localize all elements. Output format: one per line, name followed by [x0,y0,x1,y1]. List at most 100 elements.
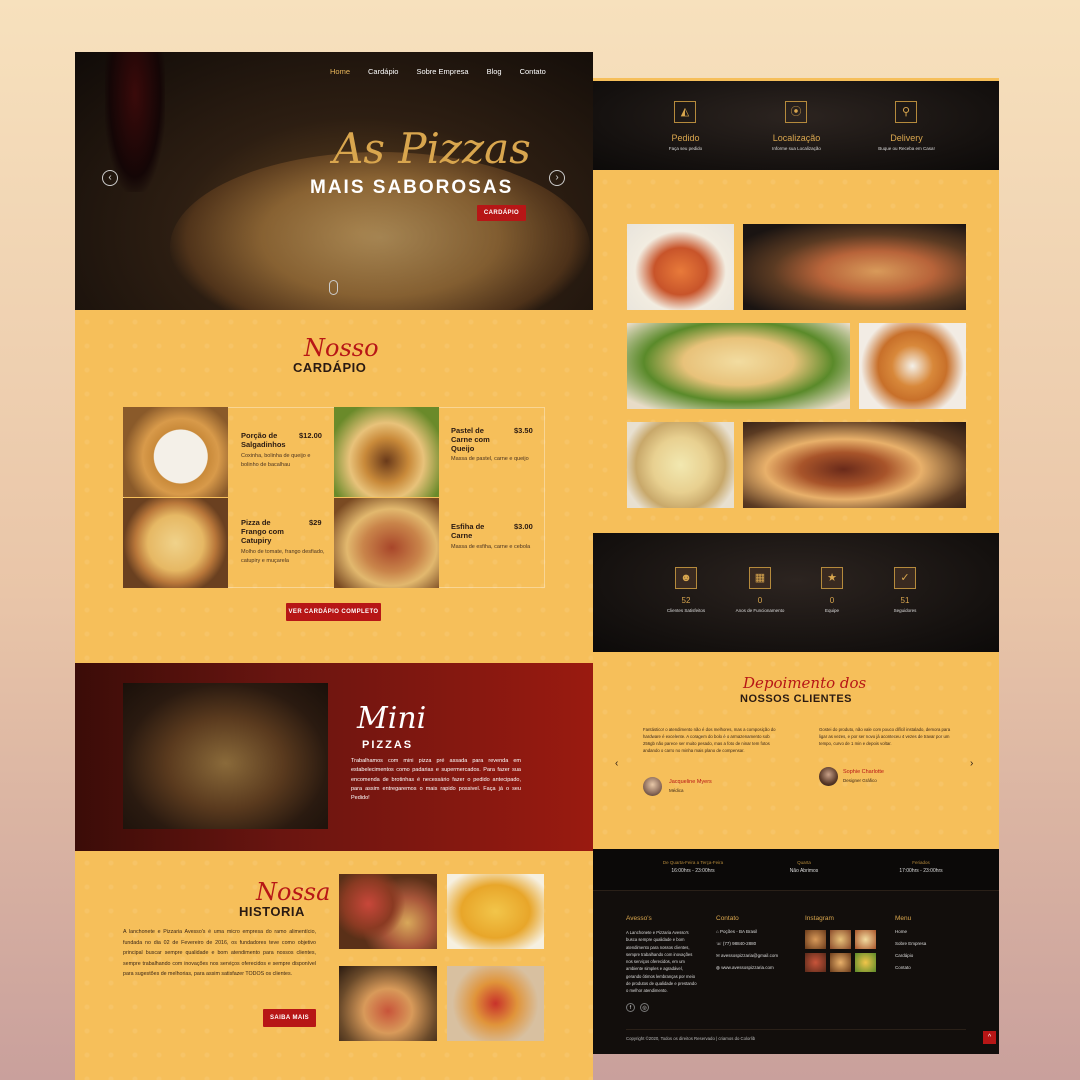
footer-menu-contato[interactable]: Contato [895,965,911,970]
menu-item-pizza-frango[interactable]: Pizza de Frango com Catupiry $29 Molho d… [123,498,333,588]
footer-menu-sobre[interactable]: Sobre Empresa [895,941,926,946]
hero-slider: Home Cardápio Sobre Empresa Blog Contato… [75,52,593,310]
esfiha-name: Esfiha de Carne [451,522,485,540]
nav-sobre-empresa[interactable]: Sobre Empresa [416,67,468,76]
hero-cardapio-button[interactable]: CARDÁPIO [477,205,526,221]
instagram-thumb[interactable] [855,953,876,972]
instagram-thumb[interactable] [855,930,876,949]
pizza-frango-name: Pizza de Frango com Catupiry [241,518,284,545]
slider-indicator[interactable] [329,280,338,295]
instagram-thumb[interactable] [805,930,826,949]
pastel-name: Pastel de Carne com Queijo [451,426,490,453]
hours-quarta-title: Quarta [797,860,811,865]
service-localizacao[interactable]: ⦿ Localização Informe sua Localização [754,101,839,170]
hours-feriados: Feriados 17:00hrs - 23:00hrs [881,860,961,874]
testimonial-card: Fantástico! o atendimento não é dos melh… [643,726,778,796]
contact-location: ⌂ Poções - BA Brasil [716,929,757,934]
avatar [819,767,838,786]
salgadinhos-desc: Coxinha, bolinha de queijo e bolinho de … [241,453,311,468]
testimonial-card: Gostei do produto, não vale com pouco di… [819,726,954,786]
esfiha-price: $3.00 [514,522,533,531]
hours-weekdays-value: 16:00hrs - 23:00hrs [671,868,715,874]
hours-weekdays: De Quarta-Feira a Terça-Feira 16:00hrs -… [653,860,733,874]
stat-equipe: ★ 0 Equipe [802,567,862,613]
contact-phone: ☏ (77) 98840-2880 [716,941,756,947]
hours-weekdays-title: De Quarta-Feira a Terça-Feira [662,860,724,865]
back-to-top-button[interactable]: ^ [983,1031,996,1044]
stat-seguidores: ✓ 51 Seguidores [875,567,935,613]
footer: De Quarta-Feira a Terça-Feira 16:00hrs -… [593,849,999,1054]
pastel-image [334,407,439,497]
users-icon: ☻ [675,567,697,589]
gallery-pizza-board-image[interactable] [743,224,966,310]
gallery-esfihas-image[interactable] [743,422,966,508]
service-pedido[interactable]: ◭ Pedido Faça seu pedido [643,101,728,170]
footer-menu-home[interactable]: Home [895,929,907,934]
pastel-desc: Massa de pastel, carne e queijo [451,456,529,462]
slider-next-button[interactable]: › [549,170,565,186]
cardapio-script-title: Nosso [304,334,379,362]
instagram-icon[interactable]: ◎ [640,1003,649,1012]
instagram-thumb[interactable] [830,953,851,972]
stat-clientes-label: Clientes Satisfeitos [666,608,706,613]
salgadinhos-name: Porção de Salgadinhos [241,431,286,449]
esfiha-desc: Massa de esfiha, carne e cebola [451,544,531,550]
pizza-image [170,152,590,310]
mini-pizzas-section: Mini PIZZAS Trabalhamos com mini pizza p… [75,663,593,851]
pizza-frango-image [123,498,228,588]
nav-home[interactable]: Home [330,67,350,76]
footer-about-text: A Lanchonete e Pizzaria Avesso's busca s… [626,930,697,994]
cardapio-title: CARDÁPIO [293,360,367,375]
avatar [643,777,662,796]
contact-email-text: avessospizzaria@gmail.com [721,953,779,958]
footer-menu-cardapio[interactable]: Cardápio [895,953,913,958]
footer-divider [626,1029,966,1030]
testimonial-name: Sophie Charlotte [843,769,884,775]
menu-item-esfiha[interactable]: Esfiha de Carne $3.00 Massa de esfiha, c… [334,498,544,588]
menu-item-salgadinhos[interactable]: Porção de Salgadinhos $12.00 Coxinha, bo… [123,407,333,497]
menu-item-pastel[interactable]: Pastel de Carne com Queijo $3.50 Massa d… [334,407,544,497]
saiba-mais-button[interactable]: SAIBA MAIS [263,1009,316,1027]
service-delivery-sub: Buque ou Receba em Casa! [878,146,935,151]
service-localizacao-title: Localização [772,133,821,143]
contact-website[interactable]: ◍ www.avessospizzaria.com [716,965,774,971]
hero-headline: MAIS SABOROSAS [310,177,514,198]
services-bar: ◭ Pedido Faça seu pedido ⦿ Localização I… [593,78,999,170]
testimonials-prev-button[interactable]: ‹ [615,758,618,769]
testimonials-script-title: Depoimento dos [743,674,867,692]
stats-section: ☻ 52 Clientes Satisfeitos ▦ 0 Anos de Fu… [593,533,999,652]
service-localizacao-sub: Informe sua Localização [772,146,821,151]
testimonials-section: Depoimento dos NOSSOS CLIENTES ‹ › Fantá… [593,652,999,849]
pizza-slice-icon: ◭ [674,101,696,123]
stat-anos-value: 0 [757,596,763,605]
gallery-coxinhas-image[interactable] [859,323,966,409]
esfiha-image [334,498,439,588]
ver-cardapio-button[interactable]: VER CARDÁPIO COMPLETO [286,603,381,621]
historia-section: Nossa HISTORIA A lanchonete e Pizzaria A… [75,851,593,1080]
slider-prev-button[interactable]: ‹ [102,170,118,186]
thumbs-up-icon: ✓ [894,567,916,589]
hero-script-title: As Pizzas [333,124,531,173]
nav-contato[interactable]: Contato [520,67,546,76]
service-delivery[interactable]: ⚲ Delivery Buque ou Receba em Casa! [864,101,949,170]
stat-clientes: ☻ 52 Clientes Satisfeitos [656,567,716,613]
instagram-thumb[interactable] [830,930,851,949]
phone-icon: ☏ [716,941,723,946]
contact-location-text: Poções - BA Brasil [719,929,758,934]
contact-email[interactable]: ✉ avessospizzaria@gmail.com [716,953,778,959]
gallery-pastel-image[interactable] [627,323,850,409]
instagram-thumb[interactable] [805,953,826,972]
testimonial-role: Designer Gráfico [843,778,877,783]
testimonial-text: Gostei do produto, não vale com pouco di… [819,727,951,746]
gallery-burrito-image[interactable] [627,224,734,310]
testimonial-text: Fantástico! o atendimento não é dos melh… [643,727,776,753]
stat-seguidores-value: 51 [900,596,910,605]
gallery-soup-image[interactable] [627,422,734,508]
stat-seguidores-label: Seguidores [893,608,917,613]
nav-cardapio[interactable]: Cardápio [368,67,398,76]
nav-blog[interactable]: Blog [487,67,502,76]
facebook-icon[interactable]: f [626,1003,635,1012]
star-icon: ★ [821,567,843,589]
testimonials-next-button[interactable]: › [970,758,973,769]
testimonial-role: Médica [669,788,684,793]
